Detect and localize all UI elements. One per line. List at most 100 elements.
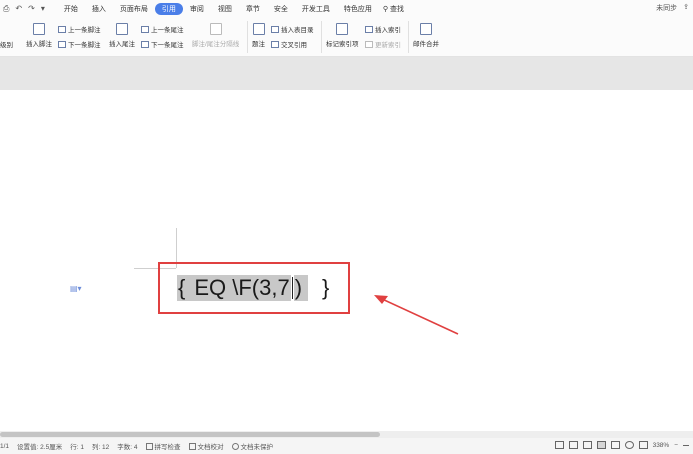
mark-index-button[interactable]: 标记索引项 (326, 23, 359, 48)
endnote-icon (116, 23, 128, 35)
tab-start[interactable]: 开始 (57, 3, 85, 15)
spell-check-button[interactable]: 拼写检查 (145, 441, 181, 451)
prev-endnote-button[interactable]: 上一条尾注 (141, 24, 184, 34)
insert-index-icon (365, 25, 373, 33)
web-view-icon[interactable] (624, 441, 634, 449)
search-button[interactable]: ⚲ 查找 (383, 4, 404, 14)
document-canvas[interactable] (0, 90, 693, 431)
read-mode-icon[interactable] (568, 441, 578, 449)
field-code[interactable]: { EQ \F(3,7 ) } (177, 273, 329, 302)
tab-view[interactable]: 视图 (211, 3, 239, 15)
zoom-slider[interactable] (683, 444, 689, 446)
cross-reference-icon (271, 40, 279, 48)
ribbon-divider (408, 21, 409, 53)
horizontal-scrollbar[interactable] (0, 431, 693, 438)
footnote-separator-button[interactable]: 脚注/尾注分隔线 (192, 23, 239, 48)
insert-toc-button[interactable]: 插入表目录 (271, 24, 314, 34)
tab-insert[interactable]: 插入 (85, 3, 113, 15)
outline-view-icon[interactable] (610, 441, 620, 449)
zoom-level[interactable]: 338% (653, 442, 670, 449)
next-endnote-button[interactable]: 下一条尾注 (141, 39, 184, 49)
spell-check-label: 拼写检查 (154, 444, 181, 451)
print-preview-icon[interactable]: ⎙ (3, 4, 9, 14)
text-cursor (291, 276, 293, 299)
cross-reference-label: 交叉引用 (281, 42, 307, 49)
level-dropdown[interactable]: 级别 (0, 39, 13, 49)
next-footnote-label: 下一条脚注 (68, 42, 101, 49)
footnote-icon (33, 23, 45, 35)
paragraph-layout-icon[interactable]: ▤▾ (70, 284, 82, 293)
mark-index-icon (336, 23, 349, 35)
eye-protection-icon[interactable] (638, 441, 648, 449)
account-area: 未同步 ⇪ (656, 3, 689, 13)
status-bar: 1/1 设置值: 2.5厘米 行: 1 列: 12 字数: 4 拼写检查 文档校… (0, 438, 693, 454)
next-endnote-label: 下一条尾注 (151, 42, 184, 49)
update-index-icon (365, 40, 373, 48)
proofread-label: 文档校对 (197, 444, 224, 451)
ribbon-divider (247, 21, 248, 53)
cross-reference-button[interactable]: 交叉引用 (271, 39, 307, 49)
search-icon: ⚲ (382, 5, 388, 13)
insert-endnote-label: 插入尾注 (109, 41, 135, 48)
insert-index-button[interactable]: 插入索引 (365, 24, 401, 34)
ribbon-toolbar: 级别 插入脚注 上一条脚注 下一条脚注 插入尾注 上一条尾注 下一条尾注 脚注/… (0, 17, 693, 57)
prev-footnote-icon (58, 25, 66, 33)
tab-developer[interactable]: 开发工具 (295, 3, 337, 15)
setting-value[interactable]: 设置值: 2.5厘米 (17, 441, 62, 451)
fullscreen-icon[interactable] (554, 441, 564, 449)
tab-special-apps[interactable]: 特色应用 (337, 3, 379, 15)
page-indicator[interactable]: 1/1 (0, 443, 9, 450)
mail-merge-label: 邮件合并 (413, 41, 439, 48)
toc-icon (271, 25, 279, 33)
undo-icon[interactable]: ↶ (15, 4, 22, 13)
caption-label: 题注 (252, 41, 265, 48)
tab-review[interactable]: 审阅 (183, 3, 211, 15)
tab-security[interactable]: 安全 (267, 3, 295, 15)
caption-icon (252, 23, 265, 35)
protection-status[interactable]: 文档未保护 (231, 441, 273, 451)
protection-icon (231, 442, 239, 450)
next-footnote-button[interactable]: 下一条脚注 (58, 39, 101, 49)
prev-footnote-label: 上一条脚注 (68, 27, 101, 34)
sync-status[interactable]: 未同步 (656, 3, 677, 13)
annotation-arrow (374, 295, 459, 335)
spell-check-icon (145, 442, 153, 450)
quick-access-toolbar: ⎙ ↶ ↷ ▾ (0, 4, 45, 14)
level-label: 级别 (0, 42, 13, 49)
insert-footnote-button[interactable]: 插入脚注 (26, 23, 52, 48)
proofread-button[interactable]: 文档校对 (188, 441, 224, 451)
insert-footnote-label: 插入脚注 (26, 41, 52, 48)
insert-index-label: 插入索引 (375, 27, 401, 34)
menu-bar: ⎙ ↶ ↷ ▾ 开始 插入 页面布局 引用 审阅 视图 章节 安全 开发工具 特… (0, 0, 693, 17)
customize-dropdown-icon[interactable]: ▾ (41, 4, 45, 13)
prev-endnote-label: 上一条尾注 (151, 27, 184, 34)
mail-icon (420, 23, 432, 35)
prev-footnote-button[interactable]: 上一条脚注 (58, 24, 101, 34)
prev-endnote-icon (141, 25, 149, 33)
tab-page-layout[interactable]: 页面布局 (113, 3, 155, 15)
page-view-icon[interactable] (596, 441, 606, 449)
redo-icon[interactable]: ↷ (28, 4, 35, 13)
tab-section[interactable]: 章节 (239, 3, 267, 15)
next-endnote-icon (141, 40, 149, 48)
view-controls: 338% − (554, 441, 689, 449)
edit-pen-icon[interactable] (582, 441, 592, 449)
insert-endnote-button[interactable]: 插入尾注 (109, 23, 135, 48)
ribbon-divider (321, 21, 322, 53)
update-index-button[interactable]: 更新索引 (365, 39, 401, 49)
footnote-separator-label: 脚注/尾注分隔线 (192, 41, 240, 48)
mark-index-label: 标记索引项 (326, 41, 359, 48)
next-footnote-icon (58, 40, 66, 48)
word-count[interactable]: 字数: 4 (117, 441, 137, 451)
share-icon[interactable]: ⇪ (683, 3, 689, 13)
insert-toc-label: 插入表目录 (281, 27, 314, 34)
scrollbar-thumb[interactable] (0, 432, 380, 437)
field-open-brace: { (177, 274, 187, 301)
field-code-tail: ) (293, 274, 309, 301)
mail-merge-button[interactable]: 邮件合并 (413, 23, 439, 48)
tab-references[interactable]: 引用 (154, 2, 183, 15)
separator-icon (209, 23, 222, 35)
zoom-out-icon[interactable]: − (674, 442, 678, 449)
caption-button[interactable]: 题注 (252, 23, 265, 48)
proofread-icon (188, 442, 196, 450)
